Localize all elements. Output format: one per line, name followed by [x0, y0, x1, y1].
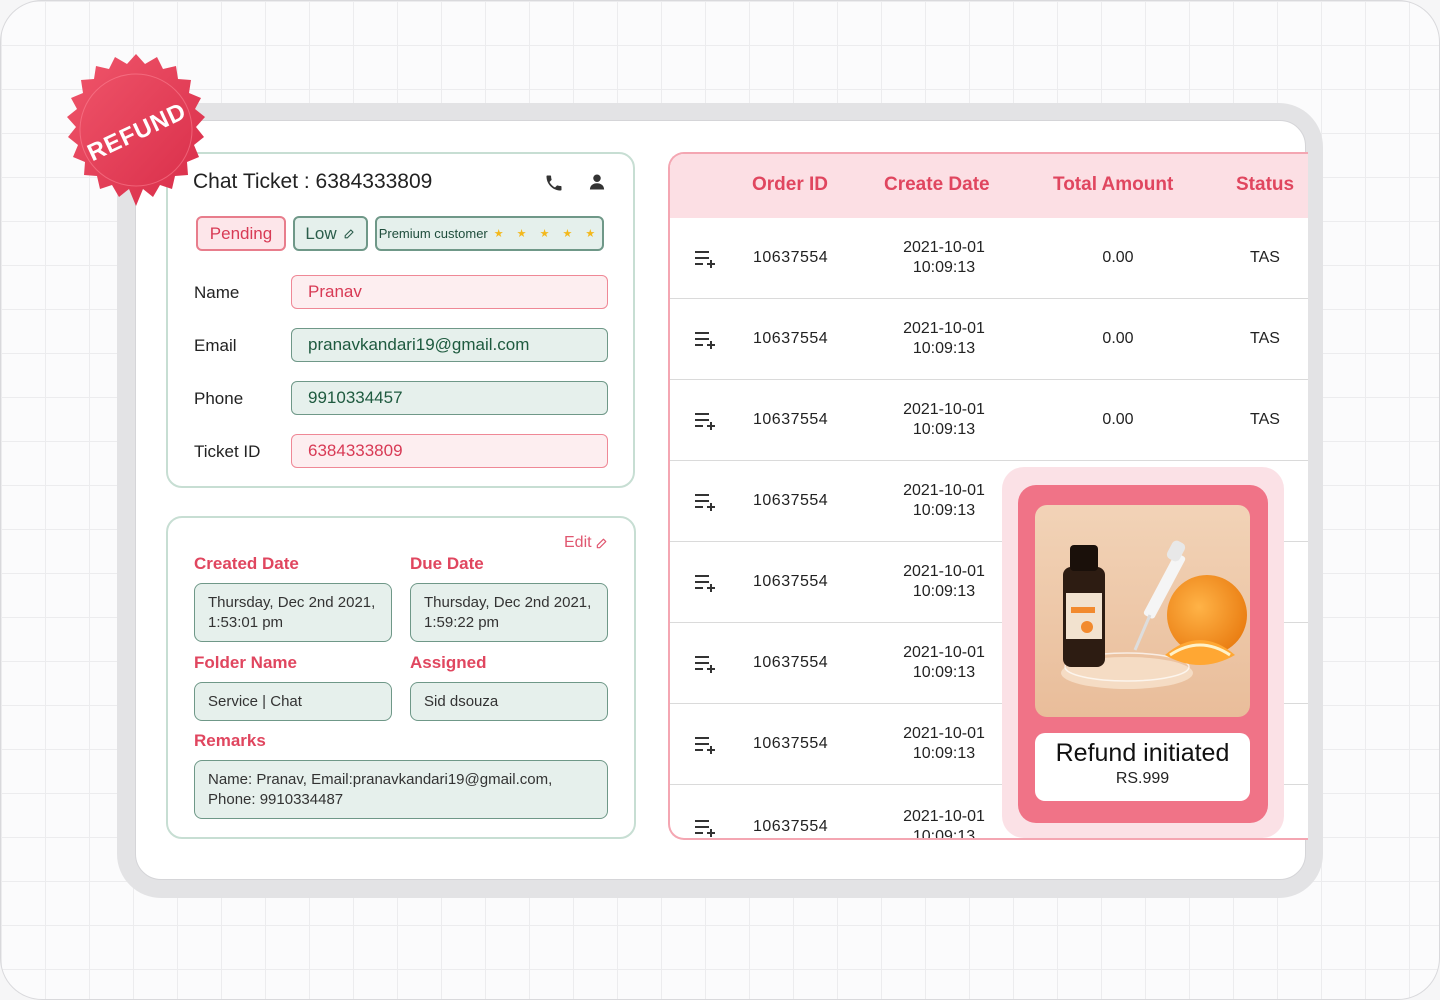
- due-date-field[interactable]: Thursday, Dec 2nd 2021, 1:59:22 pm: [410, 583, 608, 642]
- total-amount: 0.00: [1102, 411, 1134, 428]
- folder-name-field[interactable]: Service | Chat: [194, 682, 392, 721]
- priority-badge-low[interactable]: Low: [293, 216, 368, 251]
- pencil-icon: [344, 229, 354, 239]
- refund-title: Refund initiated: [1055, 739, 1230, 767]
- pencil-icon: [596, 538, 606, 549]
- create-date: 2021-10-01 10:09:13: [903, 644, 985, 681]
- due-date-label: Due Date: [410, 554, 484, 573]
- phone-icon[interactable]: [544, 173, 564, 193]
- assigned-label: Assigned: [410, 653, 487, 672]
- customer-tier-badge: Premium customer ★ ★ ★ ★ ★: [375, 216, 604, 251]
- ticket-id-label: Ticket ID: [194, 442, 261, 461]
- ticket-title: Chat Ticket : 6384333809: [193, 170, 433, 193]
- user-icon[interactable]: [587, 172, 607, 192]
- email-field[interactable]: pranavkandari19@gmail.com: [291, 328, 608, 362]
- folder-name-label: Folder Name: [194, 653, 297, 672]
- column-header-order-id[interactable]: Order ID: [752, 174, 828, 196]
- name-label: Name: [194, 283, 240, 302]
- add-to-list-icon[interactable]: [694, 493, 716, 511]
- add-to-list-icon[interactable]: [694, 574, 716, 592]
- email-label: Email: [194, 336, 237, 355]
- refund-status-label: Refund initiated RS.999: [1035, 733, 1250, 801]
- assigned-field[interactable]: Sid dsouza: [410, 682, 608, 721]
- add-to-list-icon[interactable]: [694, 250, 716, 268]
- order-id: 10637554: [753, 654, 829, 671]
- order-id: 10637554: [753, 330, 829, 347]
- order-id: 10637554: [753, 735, 829, 752]
- create-date: 2021-10-01 10:09:13: [903, 808, 985, 840]
- name-field[interactable]: Pranav: [291, 275, 608, 309]
- column-header-create-date[interactable]: Create Date: [884, 174, 990, 196]
- refund-badge: REFUND: [67, 54, 205, 206]
- order-id: 10637554: [753, 818, 829, 835]
- phone-label: Phone: [194, 389, 244, 408]
- remarks-label: Remarks: [194, 731, 266, 750]
- total-amount: 0.00: [1102, 330, 1134, 347]
- edit-label: Edit: [564, 534, 592, 551]
- column-header-status[interactable]: Status: [1236, 174, 1294, 196]
- order-id: 10637554: [753, 492, 829, 509]
- create-date: 2021-10-01 10:09:13: [903, 725, 985, 762]
- total-amount: 0.00: [1102, 249, 1134, 266]
- status-badge-pending[interactable]: Pending: [196, 216, 286, 251]
- status-badge-label: Pending: [209, 223, 273, 243]
- table-row[interactable]: 10637554 2021-10-01 10:09:13 0.00 TAS: [670, 380, 1308, 461]
- table-row[interactable]: 10637554 2021-10-01 10:09:13 0.00 TAS: [670, 299, 1308, 380]
- add-to-list-icon[interactable]: [694, 412, 716, 430]
- create-date: 2021-10-01 10:09:13: [903, 239, 985, 276]
- ticket-id-field[interactable]: 6384333809: [291, 434, 608, 468]
- order-id: 10637554: [753, 411, 829, 428]
- add-to-list-icon[interactable]: [694, 736, 716, 754]
- create-date: 2021-10-01 10:09:13: [903, 482, 985, 519]
- phone-field[interactable]: 9910334457: [291, 381, 608, 415]
- rating-stars: ★ ★ ★ ★ ★: [493, 228, 601, 240]
- product-image: [1035, 505, 1250, 717]
- edit-button[interactable]: Edit: [564, 534, 609, 552]
- order-status: TAS: [1250, 411, 1280, 428]
- column-header-total-amount[interactable]: Total Amount: [1053, 174, 1173, 196]
- refund-amount: RS.999: [1115, 770, 1170, 787]
- create-date: 2021-10-01 10:09:13: [903, 401, 985, 438]
- priority-badge-label: Low: [305, 223, 337, 243]
- order-status: TAS: [1250, 330, 1280, 347]
- order-status: TAS: [1250, 249, 1280, 266]
- add-to-list-icon[interactable]: [694, 819, 716, 837]
- create-date: 2021-10-01 10:09:13: [903, 320, 985, 357]
- created-date-field[interactable]: Thursday, Dec 2nd 2021, 1:53:01 pm: [194, 583, 392, 642]
- order-id: 10637554: [753, 573, 829, 590]
- add-to-list-icon[interactable]: [694, 331, 716, 349]
- remarks-field[interactable]: Name: Pranav, Email:pranavkandari19@gmai…: [194, 760, 608, 819]
- table-row[interactable]: 10637554 2021-10-01 10:09:13 0.00 TAS: [670, 218, 1308, 299]
- customer-tier-label: Premium customer: [378, 226, 488, 241]
- order-id: 10637554: [753, 249, 829, 266]
- create-date: 2021-10-01 10:09:13: [903, 563, 985, 600]
- add-to-list-icon[interactable]: [694, 655, 716, 673]
- created-date-label: Created Date: [194, 554, 299, 573]
- table-header: Order ID Create Date Total Amount Status: [670, 154, 1308, 218]
